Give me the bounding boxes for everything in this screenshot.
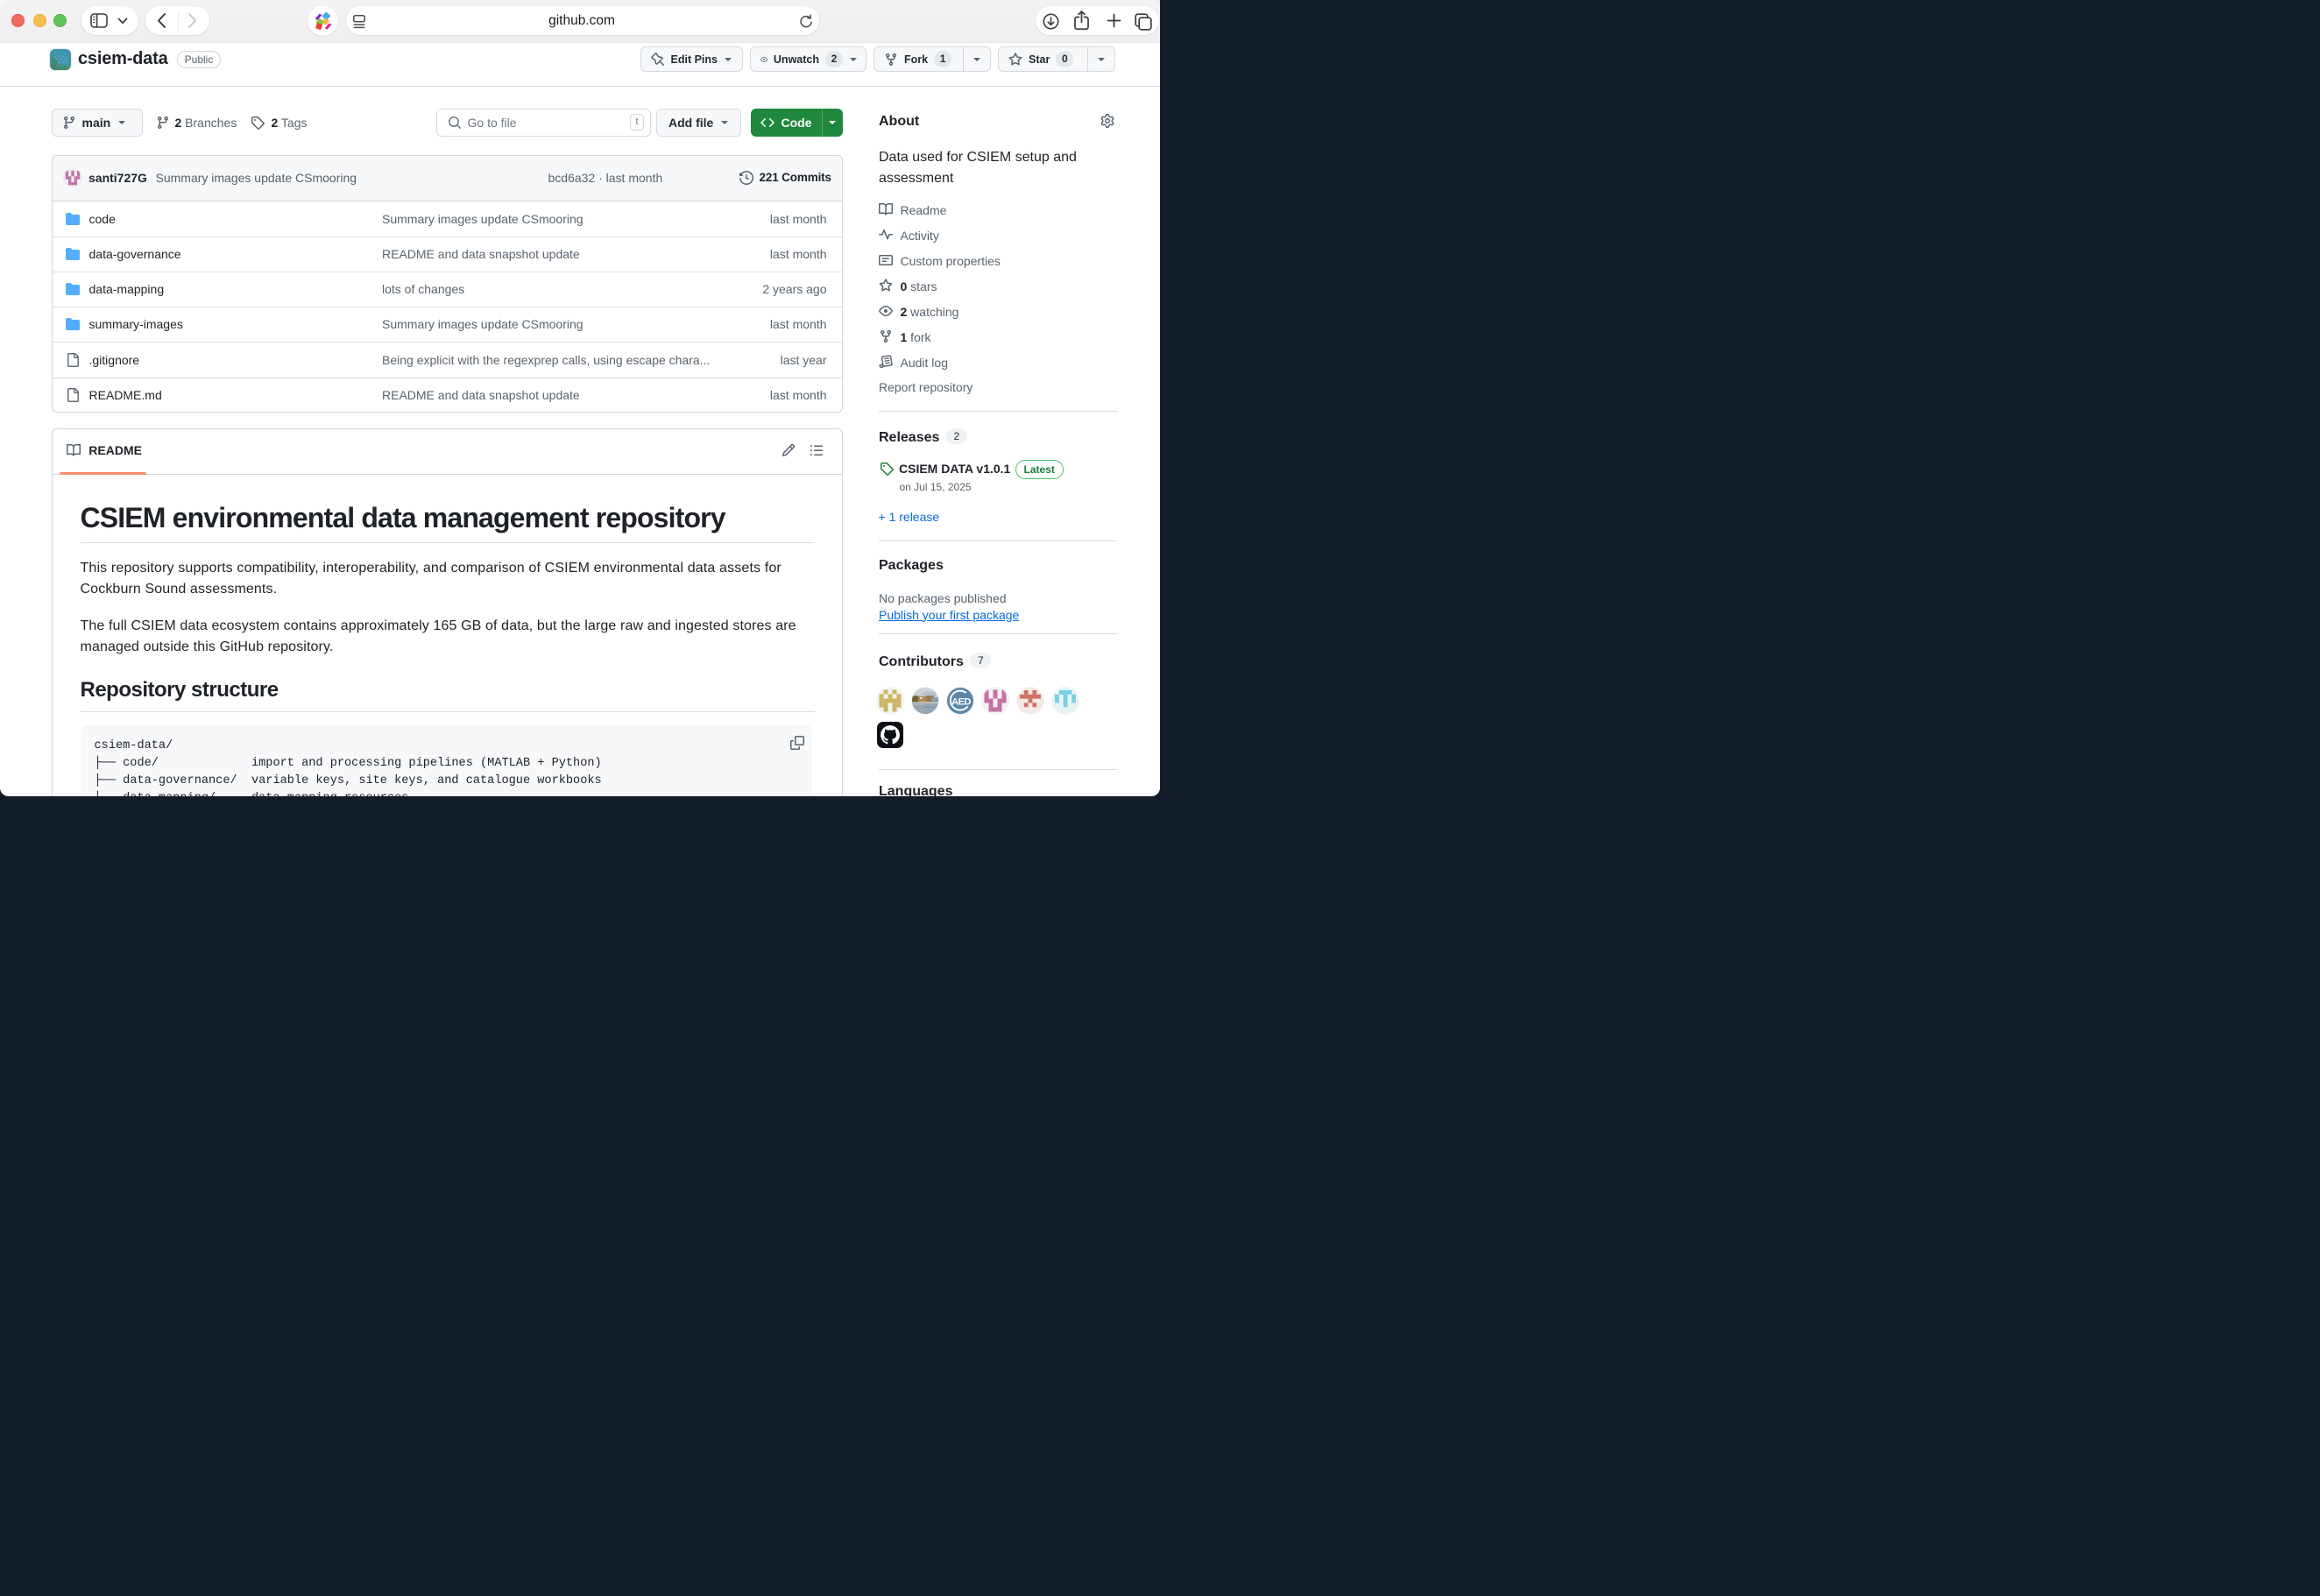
svg-text:AED: AED [951, 697, 971, 708]
